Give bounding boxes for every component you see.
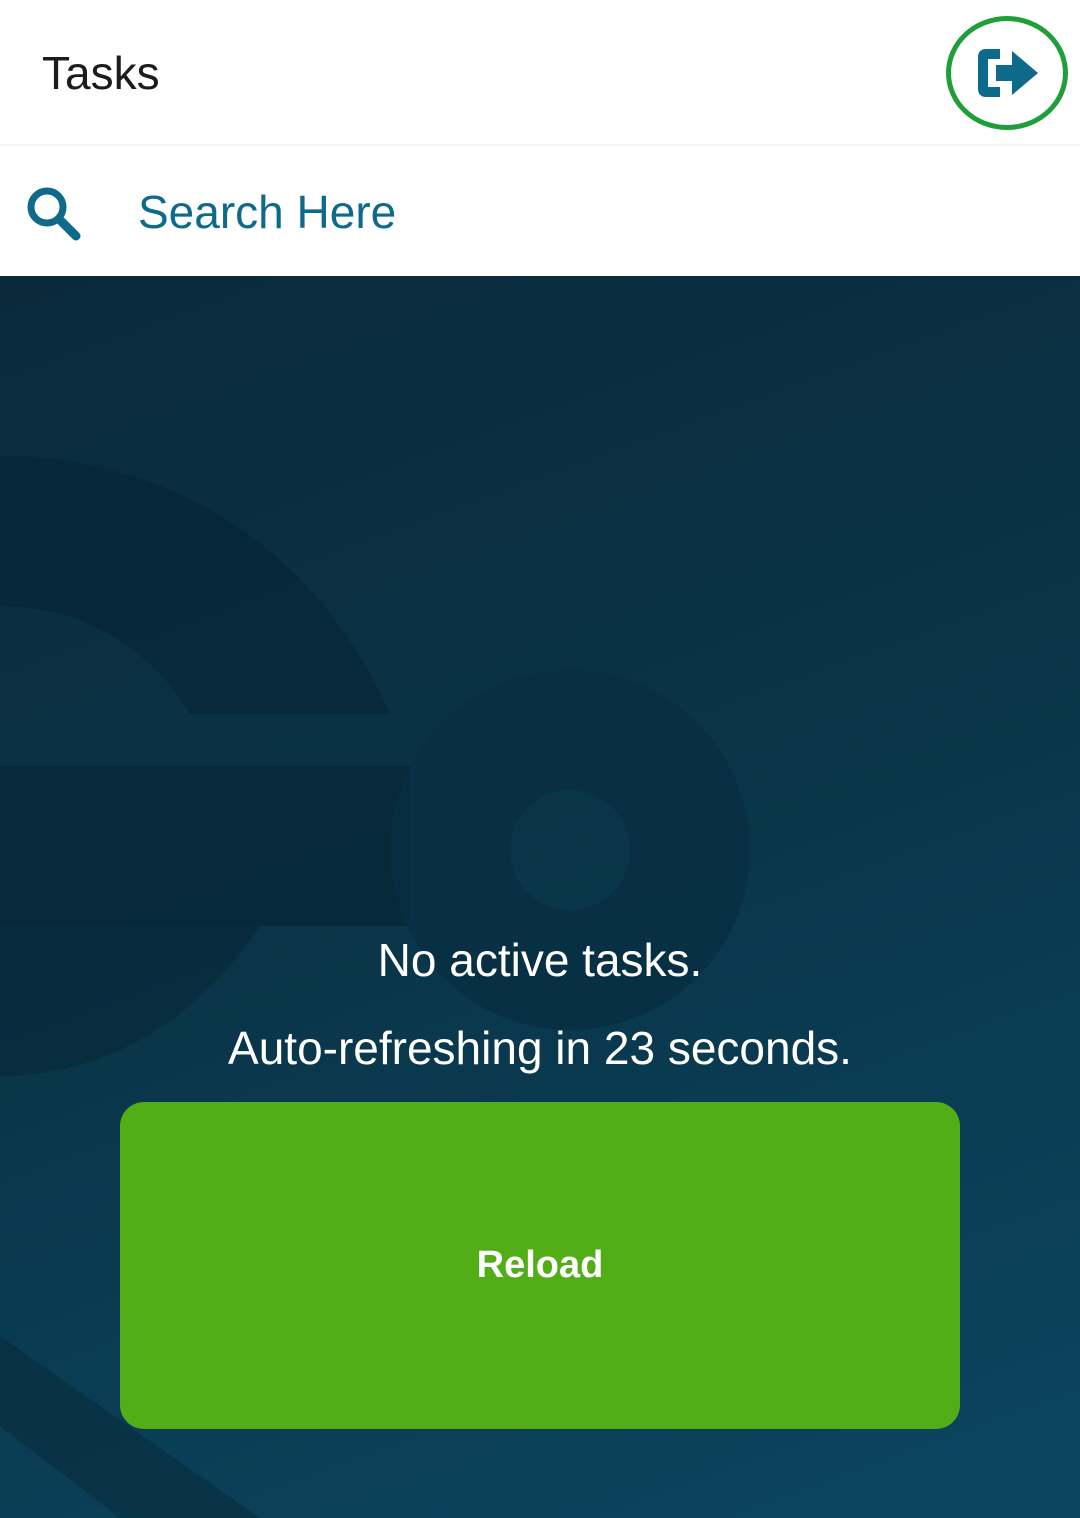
page-title: Tasks <box>42 47 160 99</box>
app-header: Tasks <box>0 0 1080 146</box>
search-bar <box>0 148 1080 276</box>
task-list-area: No active tasks. Auto-refreshing in 23 s… <box>0 276 1080 1518</box>
search-input[interactable] <box>138 176 1038 248</box>
logout-arrow-icon <box>978 49 1038 97</box>
reload-button[interactable]: Reload <box>120 1102 960 1429</box>
logout-button[interactable] <box>946 16 1068 130</box>
tasks-screen: Tasks No active tasks. <box>0 0 1080 1518</box>
auto-refresh-countdown: Auto-refreshing in 23 seconds. <box>228 1022 852 1074</box>
empty-state-message: No active tasks. <box>377 934 703 986</box>
search-icon[interactable] <box>24 184 82 242</box>
